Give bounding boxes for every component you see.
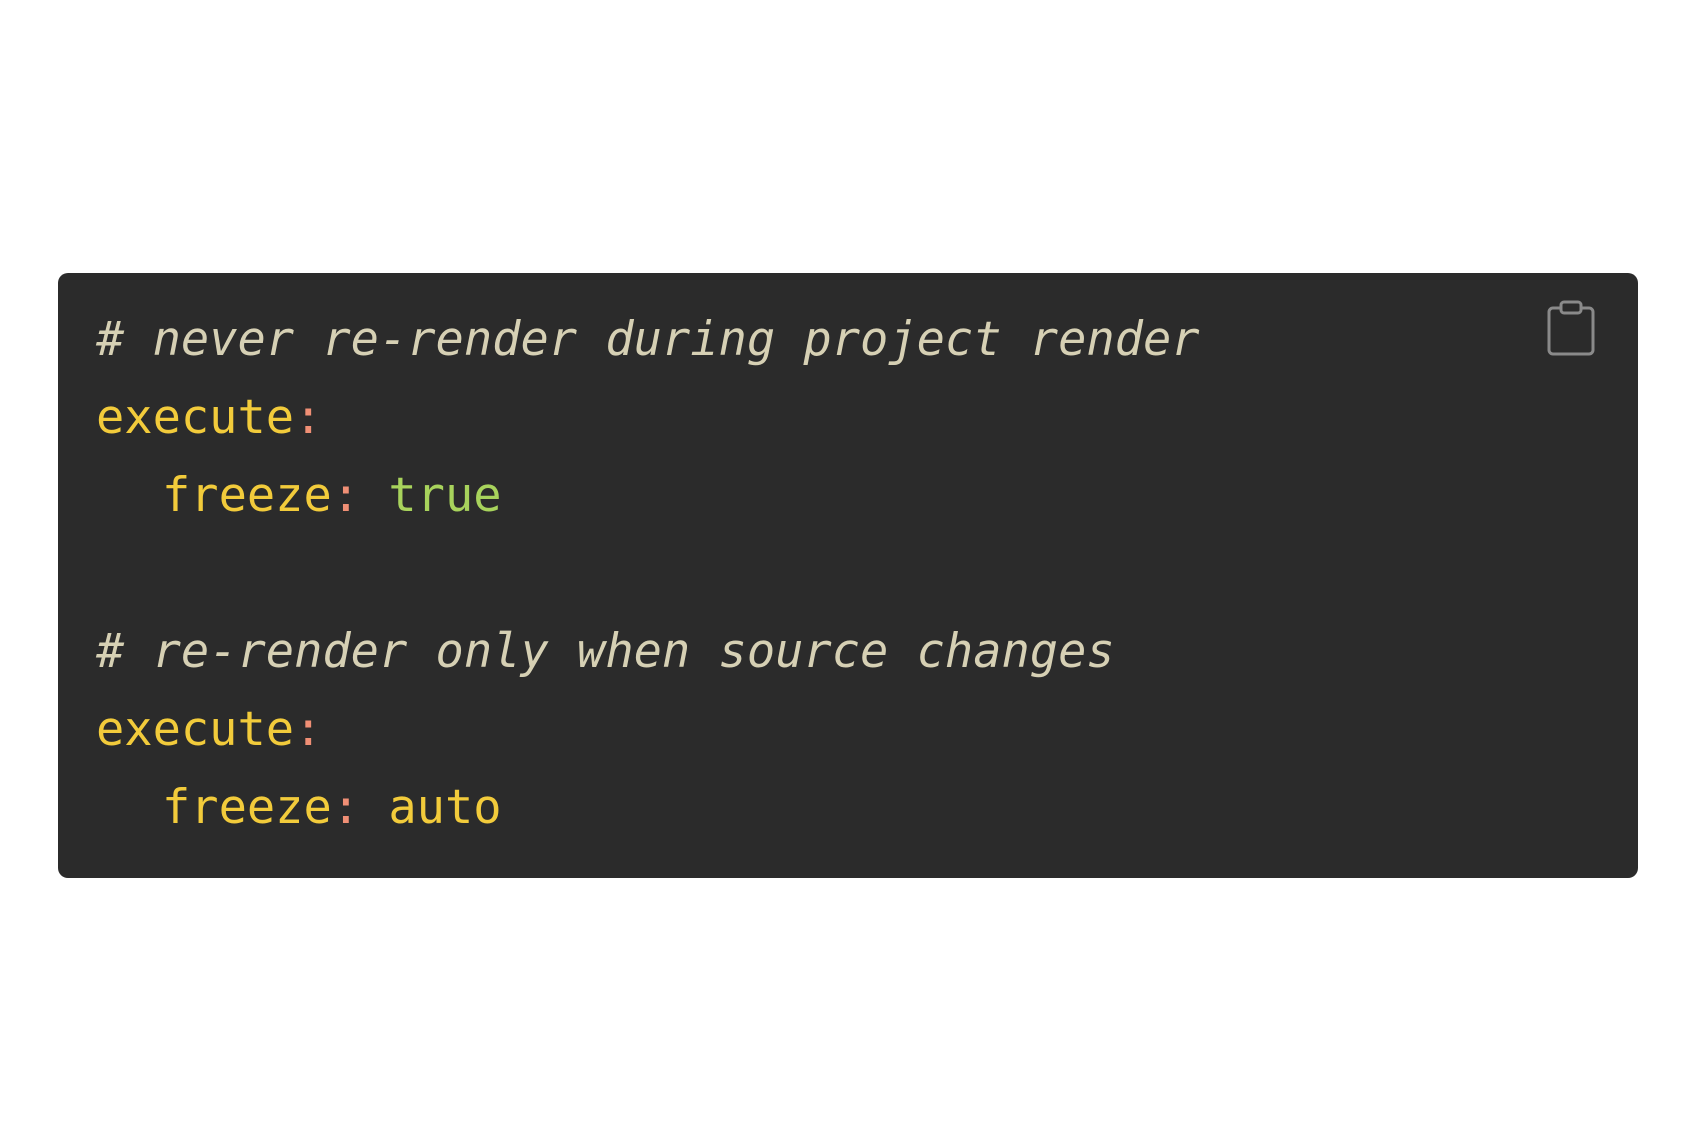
yaml-key: freeze <box>162 468 332 523</box>
code-line-comment: # re-render only when source changes <box>96 613 1200 691</box>
yaml-key: execute <box>96 702 295 757</box>
code-line-comment: # never re-render during project render <box>96 301 1200 379</box>
code-line-pair: freeze: true <box>96 457 1200 535</box>
yaml-key: execute <box>96 390 295 445</box>
code-line-key: execute: <box>96 379 1200 457</box>
code-line-pair: freeze: auto <box>96 769 1200 847</box>
yaml-colon: : <box>294 702 323 757</box>
yaml-value: auto <box>388 780 502 835</box>
yaml-key: freeze <box>162 780 332 835</box>
clipboard-icon[interactable] <box>1546 299 1596 361</box>
copy-button[interactable] <box>1546 299 1596 361</box>
yaml-colon: : <box>294 390 323 445</box>
yaml-colon: : <box>331 780 361 835</box>
yaml-value-bool: true <box>388 468 502 523</box>
yaml-colon: : <box>331 468 361 523</box>
code-content: # never re-render during project render e… <box>96 301 1200 847</box>
comment-text: # never re-render during project render <box>96 312 1200 367</box>
code-line-key: execute: <box>96 691 1200 769</box>
comment-text: # re-render only when source changes <box>96 624 1115 679</box>
code-block: # never re-render during project render e… <box>58 273 1638 878</box>
